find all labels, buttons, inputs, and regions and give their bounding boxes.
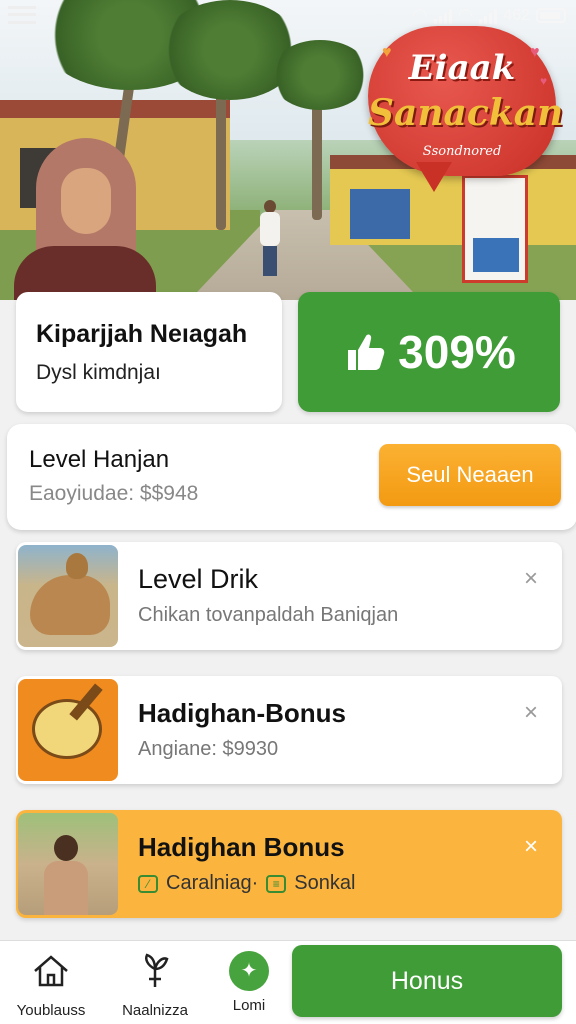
close-icon[interactable]: × xyxy=(516,698,546,728)
plant-icon xyxy=(145,953,169,987)
brand-line-1: Eiaak xyxy=(408,48,516,88)
list-item-highlighted[interactable]: Hadighan Bonus ⁄ Caralniag· ≡ Sonkal × xyxy=(16,810,562,918)
tag-1: Caralniag· xyxy=(166,872,259,894)
person-thumbnail xyxy=(18,813,118,915)
list-item-subtitle: Chikan tovanpaldah Baniqjan xyxy=(138,604,399,626)
percent-value: 309% xyxy=(398,326,516,378)
leaf-icon: ⁄ xyxy=(138,874,158,893)
card-icon: ≡ xyxy=(266,874,287,893)
heart-icon: ♥ xyxy=(382,44,392,61)
level-action-button[interactable]: Seul Neaaen xyxy=(379,444,561,506)
nav-item-third[interactable]: ✦ Lomi xyxy=(204,951,294,1021)
signal-icon-2 xyxy=(479,8,498,24)
percent-stat-card[interactable]: 309% xyxy=(298,292,560,412)
level-subtitle: Eaoyiudae: $$948 xyxy=(29,482,199,505)
wifi-icon: ◠ xyxy=(411,5,428,25)
profile-card[interactable]: Kiparjjah Neıagah Dysl kimdnjaı xyxy=(16,292,282,412)
list-item-subtitle: Angiane: $9930 xyxy=(138,738,279,760)
signal-text: 462 xyxy=(503,6,530,24)
nav-item-second[interactable]: Naalnizza xyxy=(110,951,200,1021)
list-item-title: Hadighan-Bonus xyxy=(138,698,346,728)
close-icon[interactable]: × xyxy=(516,564,546,594)
thumbs-up-icon xyxy=(348,334,385,370)
list-item-title: Level Drik xyxy=(138,564,259,594)
brand-logo: Eiaak Sanackan Ssondnored xyxy=(368,26,564,196)
heart-icon-3: ♥ xyxy=(540,74,548,88)
list-item[interactable]: Hadighan-Bonus Angiane: $9930 × xyxy=(16,676,562,784)
brand-line-3: Ssondnored xyxy=(422,144,502,159)
lute-thumbnail xyxy=(18,679,118,781)
level-card: Level Hanjan Eaoyiudae: $$948 Seul Neaae… xyxy=(7,424,576,530)
heart-icon-2: ♥ xyxy=(530,44,540,61)
menu-icon[interactable] xyxy=(8,6,36,24)
list-item-title: Hadighan Bonus xyxy=(138,832,345,862)
list-item[interactable]: Level Drik Chikan tovanpaldah Baniqjan × xyxy=(16,542,562,650)
nav-label: Lomi xyxy=(232,997,266,1014)
nav-label: Youblauss xyxy=(16,1002,86,1019)
wifi-icon-2: ◠ xyxy=(457,5,474,25)
list-item-tags: ⁄ Caralniag· ≡ Sonkal xyxy=(138,872,355,895)
profile-subtitle: Dysl kimdnjaı xyxy=(36,361,161,384)
level-title: Level Hanjan xyxy=(29,446,170,473)
bonus-cta-button[interactable]: Honus xyxy=(292,945,562,1017)
sparkle-icon: ✦ xyxy=(229,951,269,991)
home-icon xyxy=(34,955,68,987)
dog-thumbnail xyxy=(18,545,118,647)
nav-label: Naalnizza xyxy=(122,1002,188,1019)
nav-item-home[interactable]: Youblauss xyxy=(6,951,96,1021)
battery-icon xyxy=(536,8,566,23)
brand-line-2: Sanackan xyxy=(368,92,564,134)
close-icon[interactable]: × xyxy=(516,832,546,862)
signal-icon xyxy=(433,8,452,24)
walking-person xyxy=(258,200,282,278)
woman-portrait xyxy=(14,138,156,300)
profile-name: Kiparjjah Neıagah xyxy=(36,320,248,348)
tag-2: Sonkal xyxy=(294,872,356,894)
